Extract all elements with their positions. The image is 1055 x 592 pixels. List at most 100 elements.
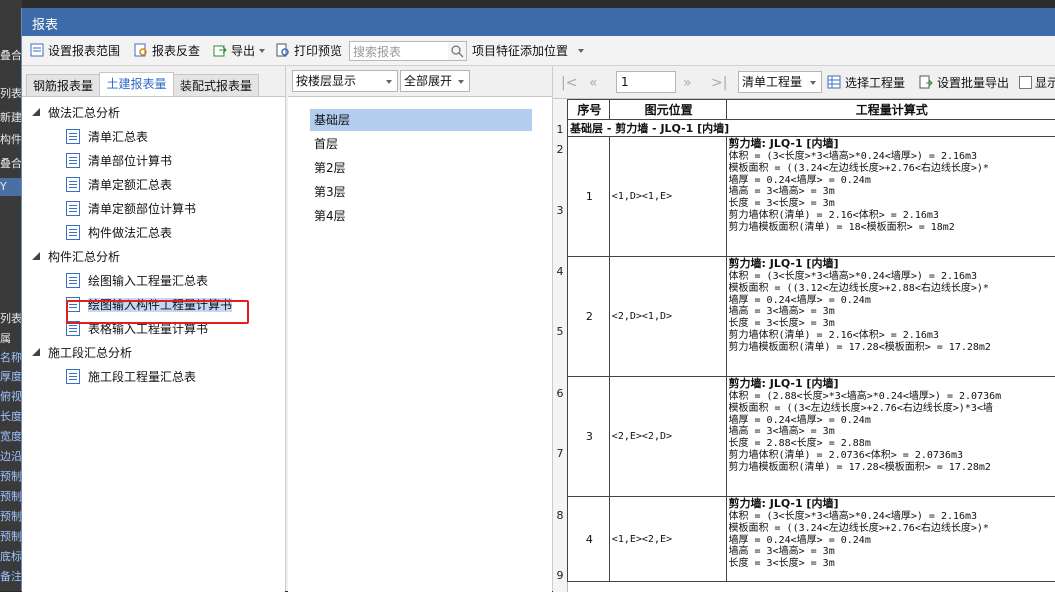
formula-line: 模板面积 = ((3<左边线长度>+2.76<右边线长度>)*3<墙 (729, 403, 1055, 415)
background-app-label: 俯视 (0, 388, 22, 406)
expand-triangle-icon[interactable] (32, 348, 40, 356)
record-no: 3 (568, 377, 610, 497)
first-page-icon[interactable]: |< (561, 75, 577, 91)
chevron-down-icon (259, 49, 265, 53)
tree-group-method-summary[interactable]: 做法汇总分析 (32, 103, 120, 123)
formula-line: 长度 = 2.88<长度> = 2.88m (729, 438, 1055, 450)
background-app-label: Y (0, 178, 22, 196)
expand-triangle-icon[interactable] (32, 108, 40, 116)
main-toolbar: 设置报表范围 报表反查 导出 打印预览 搜索报表 项目特征添加位置 (22, 37, 1055, 66)
reverse-check-button[interactable]: 报表反查 (134, 42, 200, 60)
background-app-label: 叠合 (0, 47, 22, 65)
record-position: <2,E><2,D> (609, 377, 726, 497)
set-range-button[interactable]: 设置报表范围 (30, 42, 120, 60)
row-number: 5 (553, 325, 567, 338)
tab-civil-report[interactable]: 土建报表量 (99, 72, 174, 97)
tree-item-bill-quota-summary[interactable]: 清单定额汇总表 (66, 175, 172, 195)
last-page-icon[interactable]: >| (711, 75, 727, 91)
range-settings-icon (30, 43, 44, 57)
batch-export-button[interactable]: 设置批量导出 (919, 74, 1009, 92)
report-sheet: 1 2 3 4 5 6 7 8 9 序号 图元位置 工程量计算式 基础层 - 剪… (553, 98, 1055, 592)
formula-line: 剪力墙模板面积(清单) = 18<模板面积> = 18m2 (729, 222, 1055, 234)
record-position: <1,D><1,E> (609, 137, 726, 257)
expand-triangle-icon[interactable] (32, 252, 40, 260)
show-checkbox[interactable]: 显示 (1019, 74, 1055, 92)
row-number-column: 1 2 3 4 5 6 7 8 9 (553, 99, 568, 592)
formula-line: 墙高 = 3<墙高> = 3m (729, 306, 1055, 318)
page-number-input[interactable]: 1 (616, 71, 676, 93)
background-app-label: 长度 (0, 408, 22, 426)
floor-item[interactable]: 第4层 (310, 205, 532, 227)
formula-line: 剪力墙体积(清单) = 2.16<体积> = 2.16m3 (729, 330, 1055, 342)
formula-line: 长度 = 3<长度> = 3m (729, 318, 1055, 330)
formula-line: 剪力墙模板面积(清单) = 17.28<模板面积> = 17.28m2 (729, 462, 1055, 474)
record-formula: 剪力墙: JLQ-1 [内墙]体积 = (3<长度>*3<墙高>*0.24<墙厚… (726, 257, 1055, 377)
background-app-label: 列表 (0, 85, 22, 103)
select-qty-button[interactable]: 选择工程量 (827, 74, 905, 92)
report-view-panel: |< « 1 » >| 清单工程量 选择工程量 设置批量导出 显示 1 2 3 … (553, 66, 1055, 591)
tree-group-component-summary[interactable]: 构件汇总分析 (32, 247, 120, 267)
formula-line: 墙厚 = 0.24<墙厚> = 0.24m (729, 415, 1055, 427)
background-app-label: 预制 (0, 528, 22, 546)
formula-line: 墙厚 = 0.24<墙厚> = 0.24m (729, 535, 1055, 547)
prev-page-icon[interactable]: « (589, 75, 598, 91)
report-category-panel: 钢筋报表量 土建报表量 装配式报表量 做法汇总分析 清单汇总表 清单部位计算书 … (22, 66, 286, 591)
background-app-label: 叠合构 (0, 155, 22, 173)
tree-item-drawing-qty-summary[interactable]: 绘图输入工程量汇总表 (66, 271, 208, 291)
record-position: <2,D><1,D> (609, 257, 726, 377)
print-preview-button[interactable]: 打印预览 (276, 42, 342, 60)
background-app-label: 新建 (0, 109, 22, 127)
floor-item[interactable]: 首层 (310, 133, 532, 155)
row-number: 8 (553, 509, 567, 522)
tree-item-section-qty-summary[interactable]: 施工段工程量汇总表 (66, 367, 196, 387)
floor-panel: 按楼层显示 全部展开 基础层 首层 第2层 第3层 第4层 (288, 66, 553, 591)
table-header-row: 序号 图元位置 工程量计算式 (568, 100, 1055, 120)
tree-group-construction-section[interactable]: 施工段汇总分析 (32, 343, 132, 363)
row-number: 9 (553, 569, 567, 582)
header-position: 图元位置 (609, 100, 726, 120)
table-row: 3<2,E><2,D>剪力墙: JLQ-1 [内墙]体积 = (2.88<长度>… (568, 377, 1055, 497)
formula-line: 墙厚 = 0.24<墙厚> = 0.24m (729, 295, 1055, 307)
floor-item[interactable]: 第3层 (310, 181, 532, 203)
header-no: 序号 (568, 100, 610, 120)
tree-item-bill-location-calc[interactable]: 清单部位计算书 (66, 151, 172, 171)
search-icon[interactable] (448, 42, 466, 60)
report-doc-icon (66, 153, 80, 168)
expand-mode-select[interactable]: 全部展开 (400, 70, 470, 92)
background-app-label: 构件 (0, 131, 22, 149)
floor-item[interactable]: 基础层 (310, 109, 532, 131)
row-number: 6 (553, 387, 567, 400)
tree-item-bill-summary[interactable]: 清单汇总表 (66, 127, 148, 147)
tree-item-component-method-summary[interactable]: 构件做法汇总表 (66, 223, 172, 243)
title-bar[interactable]: 报表 (22, 8, 1055, 36)
tab-prefab-report[interactable]: 装配式报表量 (173, 74, 259, 97)
formula-line: 剪力墙体积(清单) = 2.0736<体积> = 2.0736m3 (729, 450, 1055, 462)
floor-item[interactable]: 第2层 (310, 157, 532, 179)
formula-line: 模板面积 = ((3.24<左边线长度>+2.76<右边线长度>)* (729, 163, 1055, 175)
background-app-strip: 叠合列表新建构件叠合构Y列表属名称厚度俯视长度宽度边沿预制预制预制预制底标备注 (0, 0, 22, 591)
background-app-label: 厚度 (0, 368, 22, 386)
formula-line: 模板面积 = ((3.24<左边线长度>+2.76<右边线长度>)* (729, 523, 1055, 535)
record-position: <1,E><2,E> (609, 497, 726, 582)
record-no: 4 (568, 497, 610, 582)
record-title: 剪力墙: JLQ-1 [内墙] (729, 257, 1055, 271)
next-page-icon[interactable]: » (683, 75, 692, 91)
tree-item-bill-quota-location-calc[interactable]: 清单定额部位计算书 (66, 199, 196, 219)
checkbox-box[interactable] (1019, 76, 1032, 89)
record-title: 剪力墙: JLQ-1 [内墙] (729, 137, 1055, 151)
chevron-down-icon (810, 81, 816, 85)
report-doc-icon (66, 201, 80, 216)
record-no: 1 (568, 137, 610, 257)
export-dropdown[interactable]: 导出 (213, 42, 265, 60)
reverse-check-icon (134, 43, 148, 57)
background-app-label: 底标 (0, 548, 22, 566)
formula-line: 体积 = (3<长度>*3<墙高>*0.24<墙厚>) = 2.16m3 (729, 511, 1055, 523)
item-feature-dropdown[interactable]: 项目特征添加位置 (472, 42, 584, 60)
record-formula: 剪力墙: JLQ-1 [内墙]体积 = (3<长度>*3<墙高>*0.24<墙厚… (726, 497, 1055, 582)
grid-icon (827, 75, 841, 89)
qty-type-select[interactable]: 清单工程量 (738, 71, 822, 93)
display-mode-select[interactable]: 按楼层显示 (292, 70, 398, 92)
record-formula: 剪力墙: JLQ-1 [内墙]体积 = (2.88<长度>*3<墙高>*0.24… (726, 377, 1055, 497)
tab-rebar-report[interactable]: 钢筋报表量 (26, 74, 100, 97)
formula-line: 体积 = (2.88<长度>*3<墙高>*0.24<墙厚>) = 2.0736m (729, 391, 1055, 403)
